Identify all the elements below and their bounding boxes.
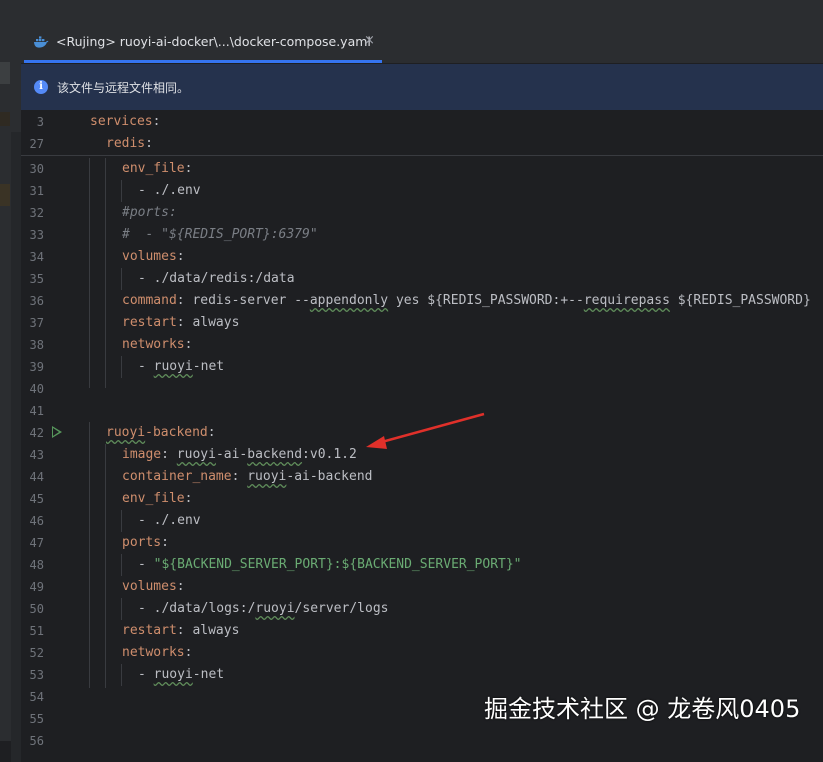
watermark: 掘金技术社区 @ 龙卷风0405	[484, 695, 801, 723]
annotation-arrow	[366, 412, 485, 449]
